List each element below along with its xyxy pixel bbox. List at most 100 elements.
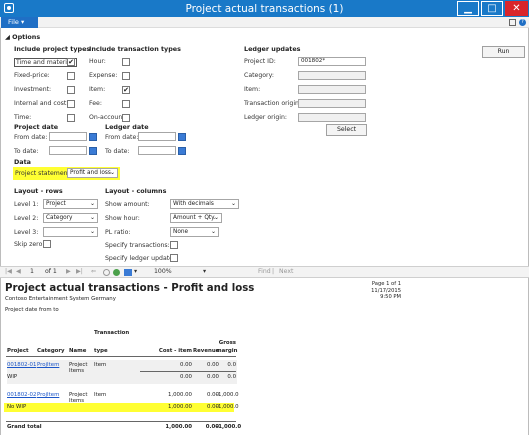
level-label: Level 3: <box>14 229 39 236</box>
page-info: Page 1 of 1 <box>371 281 401 287</box>
category-field[interactable] <box>298 71 366 80</box>
last-page-icon[interactable]: ▶| <box>76 268 83 275</box>
calendar-icon[interactable] <box>89 147 97 155</box>
transaction-types-header: Include transaction types <box>89 45 181 53</box>
show-amount-select[interactable]: With decimals ⌄ <box>170 199 239 209</box>
category-link[interactable]: ProjItem <box>37 362 59 368</box>
on-account-checkbox[interactable] <box>122 114 130 122</box>
calendar-icon[interactable] <box>178 147 186 155</box>
close-button[interactable]: ✕ <box>505 1 528 16</box>
fee-checkbox[interactable] <box>122 100 130 108</box>
transaction-origin-field[interactable] <box>298 99 366 108</box>
column-header-margin: margin <box>216 348 238 354</box>
subtotal-line <box>140 371 236 372</box>
project-from-date-input[interactable] <box>49 132 87 141</box>
print-icon[interactable] <box>124 269 132 276</box>
item-field[interactable] <box>298 85 366 94</box>
subtotal-margin: -1,000.0 <box>216 404 239 410</box>
ledger-updates-header: Ledger updates <box>244 45 301 53</box>
export-dropdown-icon[interactable]: ▾ <box>134 268 137 275</box>
column-header-name: Name <box>69 348 87 354</box>
time-material-checkbox[interactable]: ✔ <box>67 58 75 66</box>
transaction-type-label: Fee: <box>89 100 102 107</box>
first-page-icon[interactable]: |◀ <box>5 268 12 275</box>
project-types-header: Include project types <box>14 45 91 53</box>
layout-icon[interactable] <box>509 19 516 26</box>
pl-ratio-select[interactable]: None ⌄ <box>170 227 219 237</box>
ledger-field-label: Project ID: <box>244 58 276 65</box>
skip-zero-checkbox[interactable] <box>43 240 51 248</box>
help-icon[interactable]: ? <box>519 19 526 26</box>
project-from-label: From date: <box>14 134 48 141</box>
maximize-button[interactable]: □ <box>481 1 503 16</box>
project-link[interactable]: 001802-01 <box>7 362 36 368</box>
window-title: Project actual transactions (1) <box>185 3 344 15</box>
back-icon[interactable]: ⇐ <box>91 268 96 275</box>
ledger-date-header: Ledger date <box>105 123 149 131</box>
page-count-label: of 1 <box>45 268 57 275</box>
project-to-date-input[interactable] <box>49 146 87 155</box>
column-header-gross: Gross <box>218 340 236 346</box>
ledger-field-label: Transaction origin: <box>244 100 302 107</box>
project-link[interactable]: 001802-02 <box>7 392 36 398</box>
project-id-field[interactable]: 001802* <box>298 57 366 66</box>
grand-total-cost: 1,000.00 <box>165 424 192 430</box>
find-link[interactable]: Find <box>258 268 271 275</box>
hour-checkbox[interactable] <box>122 58 130 66</box>
grand-total-line <box>6 421 236 422</box>
file-menu-button[interactable]: File ▾ <box>1 17 38 28</box>
ledger-origin-field[interactable] <box>298 113 366 122</box>
ledger-to-date-input[interactable] <box>138 146 176 155</box>
show-hour-select[interactable]: Amount + Qty. ⌄ <box>170 213 222 223</box>
expense-checkbox[interactable] <box>122 72 130 80</box>
category-link[interactable]: ProjItem <box>37 392 59 398</box>
pl-ratio-label: PL ratio: <box>105 229 131 236</box>
project-type-label: Investment: <box>14 86 52 93</box>
row-cost: 0.00 <box>179 362 192 368</box>
title-bar: Project actual transactions (1) ▁ □ ✕ <box>0 0 529 17</box>
item-checkbox[interactable]: ✔ <box>122 86 130 94</box>
project-date-header: Project date <box>14 123 59 131</box>
column-header-project: Project <box>7 348 29 354</box>
subtotal-label: WIP <box>7 374 18 380</box>
specify-transactions-checkbox[interactable] <box>170 241 178 249</box>
level-2-select[interactable]: Category ⌄ <box>43 213 98 223</box>
stop-icon[interactable] <box>103 269 110 276</box>
project-type-label: Time: <box>14 114 32 121</box>
subtotal-label: No WIP <box>7 404 27 410</box>
report-time: 9:50 PM <box>380 294 401 300</box>
minimize-button[interactable]: ▁ <box>457 1 479 16</box>
calendar-icon[interactable] <box>178 133 186 141</box>
fixed-price-checkbox[interactable] <box>67 72 75 80</box>
data-header: Data <box>14 158 31 166</box>
current-page-input[interactable]: 1 <box>30 268 34 275</box>
subtotal-cost: 1,000.00 <box>167 404 192 410</box>
level-label: Level 1: <box>14 201 39 208</box>
next-page-icon[interactable]: ▶ <box>66 268 71 275</box>
select-button[interactable]: Select <box>326 124 367 136</box>
menu-bar: File ▾ ? <box>0 17 529 28</box>
internal-cost-checkbox[interactable] <box>67 100 75 108</box>
zoom-select[interactable]: 100% <box>154 268 172 275</box>
ledger-to-label: To date: <box>105 148 130 155</box>
next-link[interactable]: Next <box>279 268 293 275</box>
row-name: Project Items <box>69 362 88 374</box>
report-title: Project actual transactions - Profit and… <box>5 283 255 294</box>
show-amount-label: Show amount: <box>105 201 150 208</box>
ledger-field-label: Category: <box>244 72 274 79</box>
specify-ledger-label: Specify ledger updates: <box>105 255 179 262</box>
level-1-select[interactable]: Project ⌄ <box>43 199 98 209</box>
project-statement-select[interactable]: Profit and loss ⌄ <box>67 168 118 178</box>
level-3-select[interactable]: ⌄ <box>43 227 98 237</box>
previous-page-icon[interactable]: ◀ <box>16 268 21 275</box>
refresh-icon[interactable] <box>113 269 120 276</box>
zoom-dropdown-icon[interactable]: ▾ <box>203 268 206 275</box>
calendar-icon[interactable] <box>89 133 97 141</box>
investment-checkbox[interactable] <box>67 86 75 94</box>
time-checkbox[interactable] <box>67 114 75 122</box>
specify-ledger-checkbox[interactable] <box>170 254 178 262</box>
run-button[interactable]: Run <box>482 46 525 58</box>
options-group-label[interactable]: ◢ Options <box>5 33 40 41</box>
column-header-type: type <box>94 348 108 354</box>
ledger-from-date-input[interactable] <box>138 132 176 141</box>
